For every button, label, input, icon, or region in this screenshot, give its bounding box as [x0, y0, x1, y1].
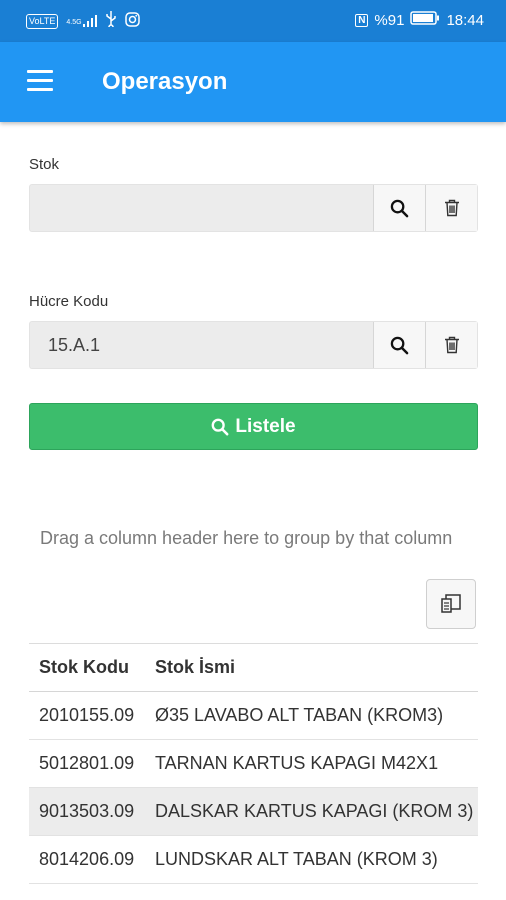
cell-stok-ismi: Ø35 LAVABO ALT TABAN (KROM3) [155, 705, 444, 725]
signal-icon: 4.5G [66, 15, 97, 27]
cell-stok-ismi: DALSKAR KARTUS KAPAGI (KROM 3) [155, 801, 474, 821]
page-title: Operasyon [102, 68, 228, 95]
stok-search-button[interactable] [373, 185, 425, 231]
group-panel-hint[interactable]: Drag a column header here to group by th… [40, 528, 478, 549]
app-bar: Operasyon [0, 42, 506, 122]
cell-stok-kodu: 9013503.09 [39, 801, 135, 821]
data-grid: Stok Kodu Stok İsmi 2010155.09 Ø35 LAVAB… [29, 643, 478, 884]
hucre-kodu-input[interactable] [30, 322, 373, 368]
stok-input[interactable] [30, 185, 373, 231]
menu-icon[interactable] [27, 70, 53, 92]
instagram-icon [124, 11, 140, 31]
battery-icon [410, 11, 440, 29]
status-left: VoLTE 4.5G [26, 11, 140, 31]
stok-clear-button[interactable] [425, 185, 477, 231]
volte-indicator: VoLTE [26, 13, 59, 29]
table-row[interactable]: 8014206.09 LUNDSKAR ALT TABAN (KROM 3) [29, 836, 478, 884]
trash-icon [444, 336, 459, 354]
listele-label: Listele [235, 415, 296, 437]
column-header-stok-ismi[interactable]: Stok İsmi [155, 657, 235, 678]
cell-stok-kodu: 5012801.09 [39, 753, 135, 773]
column-chooser-button[interactable] [426, 579, 476, 629]
hucre-kodu-field [29, 321, 478, 369]
column-header-stok-kodu[interactable]: Stok Kodu [29, 657, 155, 678]
stok-field [29, 184, 478, 232]
status-right: N %91 18:44 [355, 11, 484, 29]
trash-icon [444, 199, 459, 217]
network-type: 4.5G [66, 19, 82, 26]
listele-button[interactable]: Listele [29, 403, 478, 450]
search-icon [390, 336, 409, 354]
hucre-clear-button[interactable] [425, 322, 477, 368]
usb-icon [105, 11, 117, 31]
search-icon [390, 199, 409, 217]
nfc-icon: N [355, 13, 369, 27]
cell-stok-kodu: 2010155.09 [39, 705, 135, 725]
cell-stok-ismi: LUNDSKAR ALT TABAN (KROM 3) [155, 849, 438, 869]
hucre-search-button[interactable] [373, 322, 425, 368]
status-bar: VoLTE 4.5G N %91 18:44 [0, 0, 506, 42]
battery-percent: %91 [374, 11, 405, 29]
table-row[interactable]: 9013503.09 DALSKAR KARTUS KAPAGI (KROM 3… [29, 788, 478, 836]
hucre-kodu-label: Hücre Kodu [29, 293, 109, 310]
cell-stok-kodu: 8014206.09 [39, 849, 135, 869]
grid-header-row: Stok Kodu Stok İsmi [29, 644, 478, 692]
table-row[interactable]: 5012801.09 TARNAN KARTUS KAPAGI M42X1 [29, 740, 478, 788]
column-chooser-icon [441, 594, 461, 613]
stok-label: Stok [29, 156, 60, 173]
search-icon [212, 418, 229, 435]
cell-stok-ismi: TARNAN KARTUS KAPAGI M42X1 [155, 753, 439, 773]
table-row[interactable]: 2010155.09 Ø35 LAVABO ALT TABAN (KROM3) [29, 692, 478, 740]
clock: 18:44 [446, 11, 484, 29]
